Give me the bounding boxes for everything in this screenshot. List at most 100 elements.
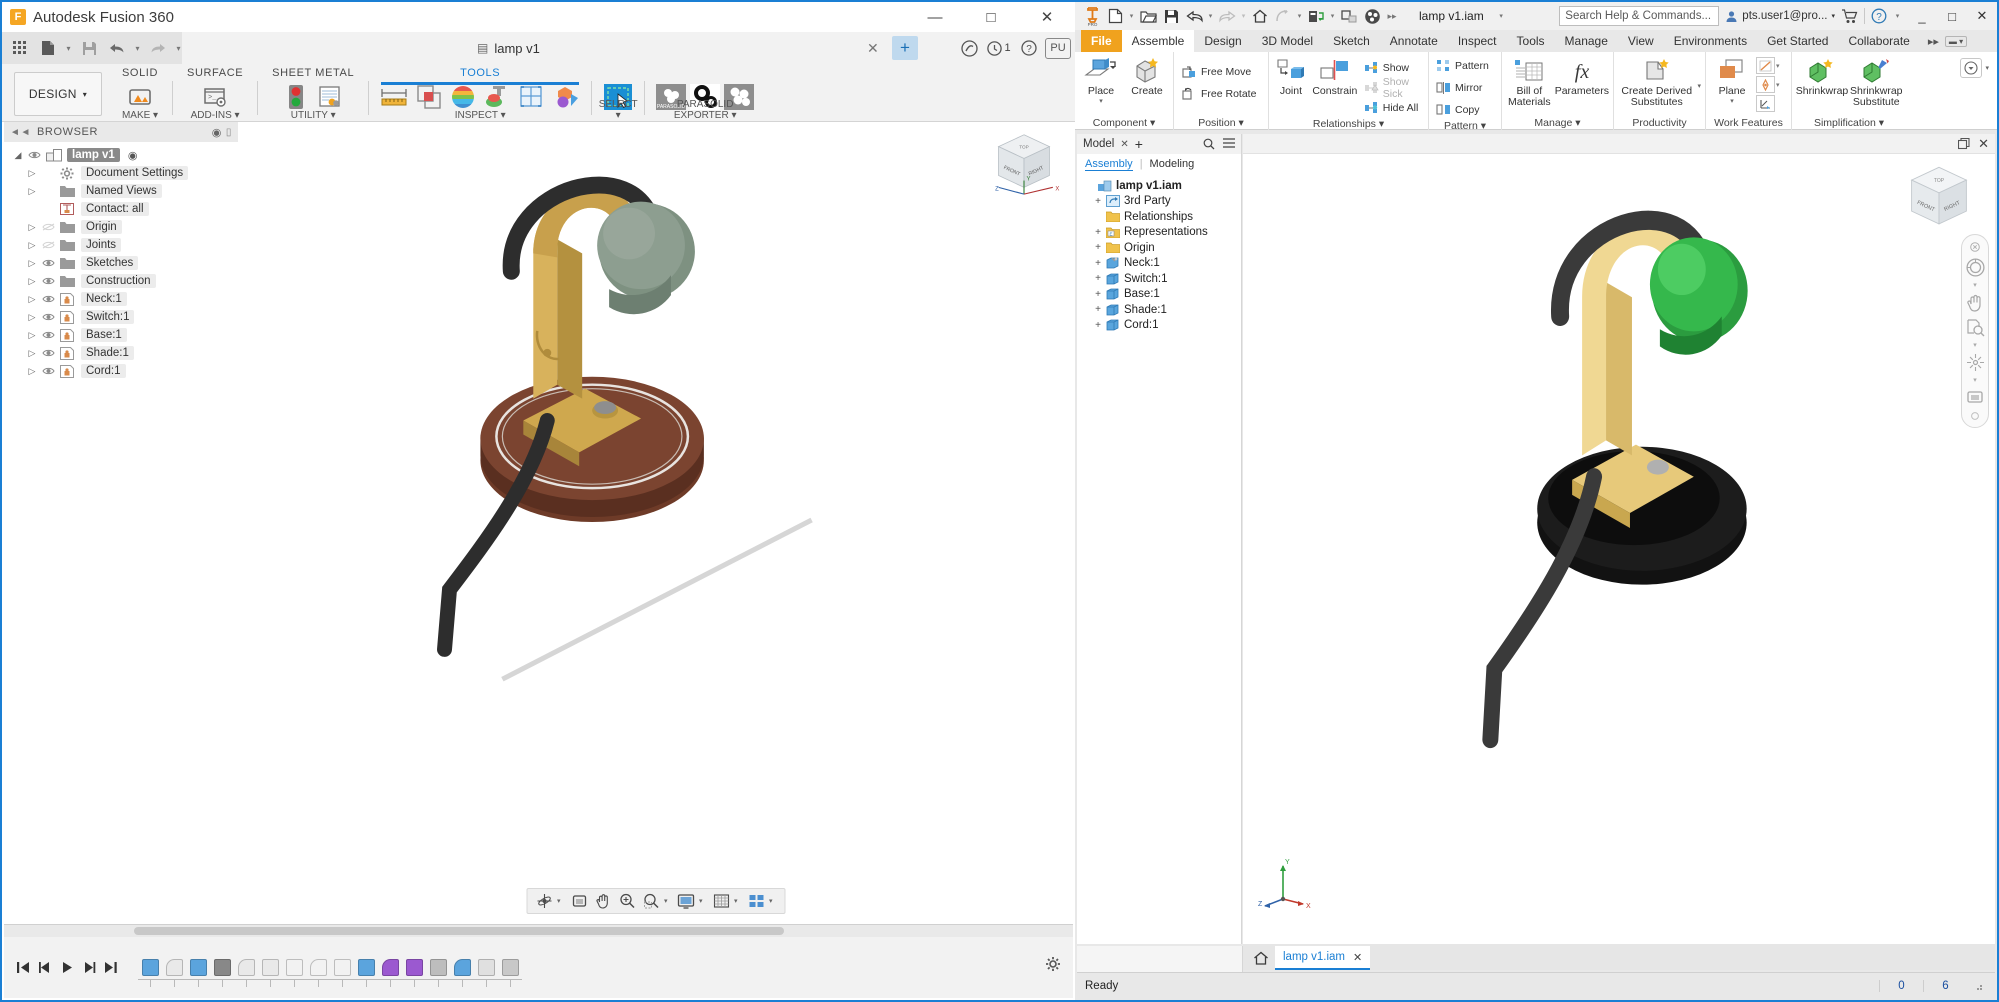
save-icon[interactable] bbox=[1160, 4, 1182, 28]
timeline-feature-node[interactable] bbox=[354, 953, 378, 987]
visibility-icon[interactable] bbox=[42, 240, 56, 250]
search-icon[interactable] bbox=[1203, 138, 1215, 150]
plane-button[interactable]: Plane ▾ bbox=[1710, 56, 1754, 105]
go-to-beginning-icon[interactable] bbox=[12, 956, 34, 978]
display-caret-icon[interactable]: ▾ bbox=[699, 897, 708, 905]
interference-icon[interactable] bbox=[481, 81, 513, 113]
select-icon[interactable] bbox=[1338, 4, 1360, 28]
update-caret-icon[interactable]: ▾ bbox=[1328, 12, 1337, 20]
viewports-caret-icon[interactable]: ▾ bbox=[769, 897, 778, 905]
ribbon-tab-file[interactable]: File bbox=[1081, 30, 1122, 52]
free-move-button[interactable]: Free Move bbox=[1178, 62, 1254, 82]
panel-label-component[interactable]: Component ▾ bbox=[1079, 115, 1169, 130]
work-axis-icon[interactable] bbox=[1756, 57, 1775, 74]
group-select[interactable]: SELECT ▾ bbox=[596, 63, 640, 121]
ribbon-tab-view[interactable]: View bbox=[1618, 30, 1664, 52]
browser-tree-item-sketches[interactable]: ▷ Sketches bbox=[4, 254, 238, 272]
timeline-feature-node[interactable] bbox=[258, 953, 282, 987]
browser-tree-item-named-views[interactable]: ▷ Named Views bbox=[4, 182, 238, 200]
ribbon-dropdown-icon[interactable] bbox=[1960, 58, 1983, 78]
expand-arrow-icon[interactable]: ▷ bbox=[26, 348, 38, 359]
add-tab-button[interactable]: + bbox=[892, 36, 918, 60]
document-tab-close-icon[interactable]: ✕ bbox=[867, 40, 879, 57]
expand-arrow-icon[interactable]: ▷ bbox=[26, 366, 38, 377]
ucs-icon[interactable] bbox=[1756, 95, 1775, 112]
horizontal-scrollbar[interactable] bbox=[4, 925, 1073, 937]
save-icon[interactable] bbox=[75, 35, 103, 61]
work-point-icon[interactable] bbox=[1756, 76, 1775, 93]
expand-arrow-icon[interactable]: ▷ bbox=[26, 168, 38, 179]
expand-plus-icon[interactable]: + bbox=[1093, 196, 1103, 207]
constrain-button[interactable]: Constrain bbox=[1311, 56, 1359, 97]
account-menu[interactable]: pts.user1@pro... ▾ bbox=[1725, 10, 1835, 23]
grid-snaps-icon[interactable] bbox=[710, 890, 732, 912]
inventor-tree-item-base-1[interactable]: + Base:1 bbox=[1081, 287, 1241, 303]
panel-label-manage[interactable]: Manage ▾ bbox=[1506, 115, 1609, 130]
search-input[interactable]: Search Help & Commands... bbox=[1559, 6, 1720, 26]
nav-panel-more-icon[interactable] bbox=[1964, 411, 1986, 421]
timeline-feature-node[interactable] bbox=[162, 953, 186, 987]
place-button[interactable]: Place ▾ bbox=[1079, 56, 1123, 105]
tab-sheet-metal[interactable]: SHEET METAL UTILITY ▾ bbox=[262, 63, 364, 121]
design-workspace-button[interactable]: DESIGN ▾ bbox=[14, 72, 102, 116]
expand-arrow-icon[interactable]: ◢ bbox=[12, 150, 24, 161]
bill-of-materials-button[interactable]: Bill of Materials bbox=[1506, 56, 1553, 108]
browser-resize-icon[interactable]: ▯ bbox=[226, 127, 232, 138]
inventor-viewcube[interactable]: FRONT RIGHT TOP bbox=[1897, 160, 1981, 244]
grid-icon[interactable] bbox=[6, 35, 34, 61]
create-button[interactable]: Create bbox=[1125, 56, 1169, 97]
step-forward-icon[interactable] bbox=[78, 956, 100, 978]
steering-wheel-caret-icon[interactable]: ▾ bbox=[1973, 281, 1977, 289]
return-icon[interactable] bbox=[1272, 4, 1294, 28]
inventor-tree-item-shade-1[interactable]: + Shade:1 bbox=[1081, 302, 1241, 318]
place-caret-icon[interactable]: ▾ bbox=[1099, 97, 1103, 105]
minimize-button[interactable]: _ bbox=[1907, 2, 1937, 30]
inventor-tree-item-lamp-v1-iam[interactable]: lamp v1.iam bbox=[1081, 178, 1241, 194]
inventor-tree-item-origin[interactable]: + Origin bbox=[1081, 240, 1241, 256]
make-3dprint-icon[interactable] bbox=[124, 81, 156, 113]
panel-label-simplification[interactable]: Simplification ▾ bbox=[1796, 115, 1902, 130]
timeline-settings-icon[interactable] bbox=[1045, 956, 1061, 972]
extensions-icon[interactable] bbox=[955, 35, 983, 61]
pattern-button[interactable]: Pattern bbox=[1433, 56, 1492, 76]
browser-tree-item-shade-1[interactable]: ▷ Shade:1 bbox=[4, 344, 238, 362]
step-back-icon[interactable] bbox=[34, 956, 56, 978]
close-button[interactable]: ✕ bbox=[1019, 2, 1075, 32]
cart-icon[interactable] bbox=[1841, 8, 1858, 24]
component-activate-icon[interactable]: ◉ bbox=[128, 149, 138, 162]
inventor-tree-item-cord-1[interactable]: + Cord:1 bbox=[1081, 318, 1241, 334]
new-doc-caret-icon[interactable]: ▾ bbox=[62, 44, 75, 53]
timeline-feature-node[interactable] bbox=[474, 953, 498, 987]
free-rotate-button[interactable]: Free Rotate bbox=[1178, 84, 1259, 104]
return-caret-icon[interactable]: ▾ bbox=[1295, 12, 1304, 20]
orbit-icon[interactable] bbox=[533, 890, 555, 912]
ribbon-tab-3d-model[interactable]: 3D Model bbox=[1252, 30, 1323, 52]
undo-caret-icon[interactable]: ▾ bbox=[131, 44, 144, 53]
redo-caret-icon[interactable]: ▾ bbox=[1239, 12, 1248, 20]
minimize-button[interactable]: — bbox=[907, 2, 963, 32]
timeline-feature-node[interactable] bbox=[450, 953, 474, 987]
ribbon-tab-assemble[interactable]: Assemble bbox=[1121, 30, 1195, 52]
undo-caret-icon[interactable]: ▾ bbox=[1206, 12, 1215, 20]
zoom-window-icon[interactable] bbox=[640, 890, 662, 912]
visibility-icon[interactable] bbox=[42, 276, 56, 286]
zebra-analysis-icon[interactable] bbox=[447, 81, 479, 113]
inventor-tree-item-representations[interactable]: + E Representations bbox=[1081, 225, 1241, 241]
fusion-canvas[interactable]: FRONT RIGHT TOP Z X Y ▾ ▾ ▾ ▾ ▾ bbox=[238, 122, 1073, 924]
expand-arrow-icon[interactable]: ▷ bbox=[26, 240, 38, 251]
subtab-assembly[interactable]: Assembly bbox=[1085, 158, 1133, 171]
doc-caret-icon[interactable]: ▾ bbox=[1497, 12, 1506, 20]
section-analysis-icon[interactable] bbox=[413, 81, 445, 113]
close-icon[interactable]: ✕ bbox=[1978, 136, 1989, 152]
panel-label-pattern[interactable]: Pattern ▾ bbox=[1433, 120, 1497, 132]
browser-tree-item-joints[interactable]: ▷ Joints bbox=[4, 236, 238, 254]
show-relationships-button[interactable]: Show bbox=[1361, 58, 1424, 78]
create-derived-substitutes-button[interactable]: Create Derived Substitutes bbox=[1618, 56, 1695, 108]
hide-all-button[interactable]: Hide All bbox=[1361, 98, 1424, 118]
ribbon-tab-environments[interactable]: Environments bbox=[1664, 30, 1757, 52]
orbit-caret-icon[interactable]: ▾ bbox=[557, 897, 566, 905]
timeline-feature-node[interactable] bbox=[186, 953, 210, 987]
close-button[interactable]: ✕ bbox=[1967, 2, 1997, 30]
work-axis-caret-icon[interactable]: ▾ bbox=[1776, 62, 1780, 70]
redo-icon[interactable] bbox=[144, 35, 172, 61]
